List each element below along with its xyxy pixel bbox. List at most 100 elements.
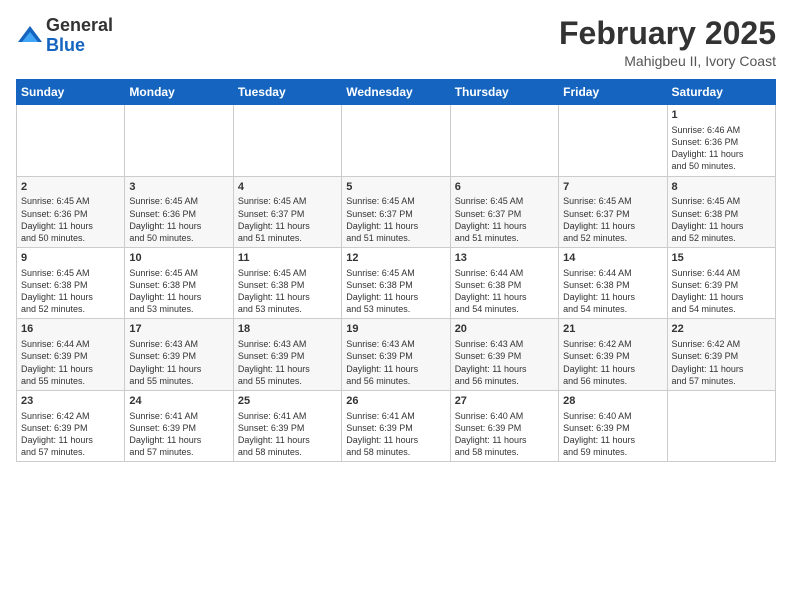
day-number: 10 [129, 251, 228, 266]
day-info: Sunrise: 6:44 AM Sunset: 6:39 PM Dayligh… [672, 267, 771, 316]
day-info: Sunrise: 6:43 AM Sunset: 6:39 PM Dayligh… [346, 338, 445, 387]
weekday-header-friday: Friday [559, 80, 667, 105]
calendar-day-cell: 28Sunrise: 6:40 AM Sunset: 6:39 PM Dayli… [559, 390, 667, 461]
calendar-day-cell: 6Sunrise: 6:45 AM Sunset: 6:37 PM Daylig… [450, 176, 558, 247]
day-info: Sunrise: 6:45 AM Sunset: 6:38 PM Dayligh… [21, 267, 120, 316]
calendar-day-cell: 3Sunrise: 6:45 AM Sunset: 6:36 PM Daylig… [125, 176, 233, 247]
day-number: 9 [21, 251, 120, 266]
calendar-day-cell: 27Sunrise: 6:40 AM Sunset: 6:39 PM Dayli… [450, 390, 558, 461]
calendar-day-cell: 13Sunrise: 6:44 AM Sunset: 6:38 PM Dayli… [450, 248, 558, 319]
day-info: Sunrise: 6:43 AM Sunset: 6:39 PM Dayligh… [238, 338, 337, 387]
day-info: Sunrise: 6:40 AM Sunset: 6:39 PM Dayligh… [455, 410, 554, 459]
calendar: SundayMondayTuesdayWednesdayThursdayFrid… [16, 79, 776, 462]
calendar-day-cell: 12Sunrise: 6:45 AM Sunset: 6:38 PM Dayli… [342, 248, 450, 319]
day-info: Sunrise: 6:45 AM Sunset: 6:37 PM Dayligh… [346, 195, 445, 244]
logo-general: General [46, 16, 113, 36]
logo-text: General Blue [46, 16, 113, 56]
day-info: Sunrise: 6:40 AM Sunset: 6:39 PM Dayligh… [563, 410, 662, 459]
day-number: 21 [563, 322, 662, 337]
day-number: 15 [672, 251, 771, 266]
day-info: Sunrise: 6:45 AM Sunset: 6:37 PM Dayligh… [563, 195, 662, 244]
day-info: Sunrise: 6:43 AM Sunset: 6:39 PM Dayligh… [455, 338, 554, 387]
calendar-day-cell: 4Sunrise: 6:45 AM Sunset: 6:37 PM Daylig… [233, 176, 341, 247]
day-number: 2 [21, 180, 120, 195]
weekday-header-thursday: Thursday [450, 80, 558, 105]
calendar-day-cell [667, 390, 775, 461]
calendar-day-cell: 20Sunrise: 6:43 AM Sunset: 6:39 PM Dayli… [450, 319, 558, 390]
page: General Blue February 2025 Mahigbeu II, … [0, 0, 792, 472]
day-number: 12 [346, 251, 445, 266]
day-number: 24 [129, 394, 228, 409]
day-number: 27 [455, 394, 554, 409]
weekday-header-tuesday: Tuesday [233, 80, 341, 105]
logo-blue: Blue [46, 36, 113, 56]
weekday-header-saturday: Saturday [667, 80, 775, 105]
day-number: 7 [563, 180, 662, 195]
month-title: February 2025 [559, 16, 776, 51]
day-info: Sunrise: 6:45 AM Sunset: 6:38 PM Dayligh… [238, 267, 337, 316]
calendar-day-cell [125, 105, 233, 176]
day-info: Sunrise: 6:42 AM Sunset: 6:39 PM Dayligh… [672, 338, 771, 387]
day-number: 14 [563, 251, 662, 266]
calendar-day-cell: 9Sunrise: 6:45 AM Sunset: 6:38 PM Daylig… [17, 248, 125, 319]
day-info: Sunrise: 6:45 AM Sunset: 6:36 PM Dayligh… [129, 195, 228, 244]
day-number: 18 [238, 322, 337, 337]
location: Mahigbeu II, Ivory Coast [559, 53, 776, 69]
day-info: Sunrise: 6:41 AM Sunset: 6:39 PM Dayligh… [238, 410, 337, 459]
calendar-day-cell: 19Sunrise: 6:43 AM Sunset: 6:39 PM Dayli… [342, 319, 450, 390]
calendar-day-cell: 2Sunrise: 6:45 AM Sunset: 6:36 PM Daylig… [17, 176, 125, 247]
day-number: 6 [455, 180, 554, 195]
calendar-day-cell: 8Sunrise: 6:45 AM Sunset: 6:38 PM Daylig… [667, 176, 775, 247]
logo: General Blue [16, 16, 113, 56]
day-number: 19 [346, 322, 445, 337]
day-info: Sunrise: 6:43 AM Sunset: 6:39 PM Dayligh… [129, 338, 228, 387]
calendar-day-cell: 14Sunrise: 6:44 AM Sunset: 6:38 PM Dayli… [559, 248, 667, 319]
day-number: 5 [346, 180, 445, 195]
calendar-day-cell: 18Sunrise: 6:43 AM Sunset: 6:39 PM Dayli… [233, 319, 341, 390]
calendar-header-row: SundayMondayTuesdayWednesdayThursdayFrid… [17, 80, 776, 105]
calendar-day-cell [559, 105, 667, 176]
day-info: Sunrise: 6:45 AM Sunset: 6:37 PM Dayligh… [238, 195, 337, 244]
calendar-day-cell: 5Sunrise: 6:45 AM Sunset: 6:37 PM Daylig… [342, 176, 450, 247]
calendar-day-cell: 22Sunrise: 6:42 AM Sunset: 6:39 PM Dayli… [667, 319, 775, 390]
day-info: Sunrise: 6:45 AM Sunset: 6:37 PM Dayligh… [455, 195, 554, 244]
day-number: 8 [672, 180, 771, 195]
calendar-day-cell [450, 105, 558, 176]
calendar-day-cell: 15Sunrise: 6:44 AM Sunset: 6:39 PM Dayli… [667, 248, 775, 319]
calendar-day-cell: 17Sunrise: 6:43 AM Sunset: 6:39 PM Dayli… [125, 319, 233, 390]
header: General Blue February 2025 Mahigbeu II, … [16, 16, 776, 69]
day-info: Sunrise: 6:44 AM Sunset: 6:38 PM Dayligh… [455, 267, 554, 316]
day-info: Sunrise: 6:44 AM Sunset: 6:38 PM Dayligh… [563, 267, 662, 316]
calendar-day-cell [342, 105, 450, 176]
day-info: Sunrise: 6:41 AM Sunset: 6:39 PM Dayligh… [129, 410, 228, 459]
calendar-day-cell: 1Sunrise: 6:46 AM Sunset: 6:36 PM Daylig… [667, 105, 775, 176]
calendar-day-cell [17, 105, 125, 176]
day-number: 26 [346, 394, 445, 409]
day-number: 11 [238, 251, 337, 266]
day-number: 3 [129, 180, 228, 195]
weekday-header-sunday: Sunday [17, 80, 125, 105]
day-info: Sunrise: 6:42 AM Sunset: 6:39 PM Dayligh… [563, 338, 662, 387]
day-number: 1 [672, 108, 771, 123]
day-info: Sunrise: 6:45 AM Sunset: 6:38 PM Dayligh… [346, 267, 445, 316]
day-number: 4 [238, 180, 337, 195]
day-info: Sunrise: 6:45 AM Sunset: 6:36 PM Dayligh… [21, 195, 120, 244]
weekday-header-monday: Monday [125, 80, 233, 105]
logo-icon [16, 22, 44, 50]
day-info: Sunrise: 6:41 AM Sunset: 6:39 PM Dayligh… [346, 410, 445, 459]
day-number: 25 [238, 394, 337, 409]
calendar-day-cell: 24Sunrise: 6:41 AM Sunset: 6:39 PM Dayli… [125, 390, 233, 461]
day-number: 23 [21, 394, 120, 409]
day-info: Sunrise: 6:46 AM Sunset: 6:36 PM Dayligh… [672, 124, 771, 173]
day-number: 13 [455, 251, 554, 266]
calendar-day-cell [233, 105, 341, 176]
day-info: Sunrise: 6:45 AM Sunset: 6:38 PM Dayligh… [129, 267, 228, 316]
day-info: Sunrise: 6:45 AM Sunset: 6:38 PM Dayligh… [672, 195, 771, 244]
calendar-week-row: 2Sunrise: 6:45 AM Sunset: 6:36 PM Daylig… [17, 176, 776, 247]
calendar-day-cell: 23Sunrise: 6:42 AM Sunset: 6:39 PM Dayli… [17, 390, 125, 461]
day-number: 22 [672, 322, 771, 337]
calendar-week-row: 23Sunrise: 6:42 AM Sunset: 6:39 PM Dayli… [17, 390, 776, 461]
calendar-day-cell: 16Sunrise: 6:44 AM Sunset: 6:39 PM Dayli… [17, 319, 125, 390]
calendar-day-cell: 26Sunrise: 6:41 AM Sunset: 6:39 PM Dayli… [342, 390, 450, 461]
day-number: 16 [21, 322, 120, 337]
